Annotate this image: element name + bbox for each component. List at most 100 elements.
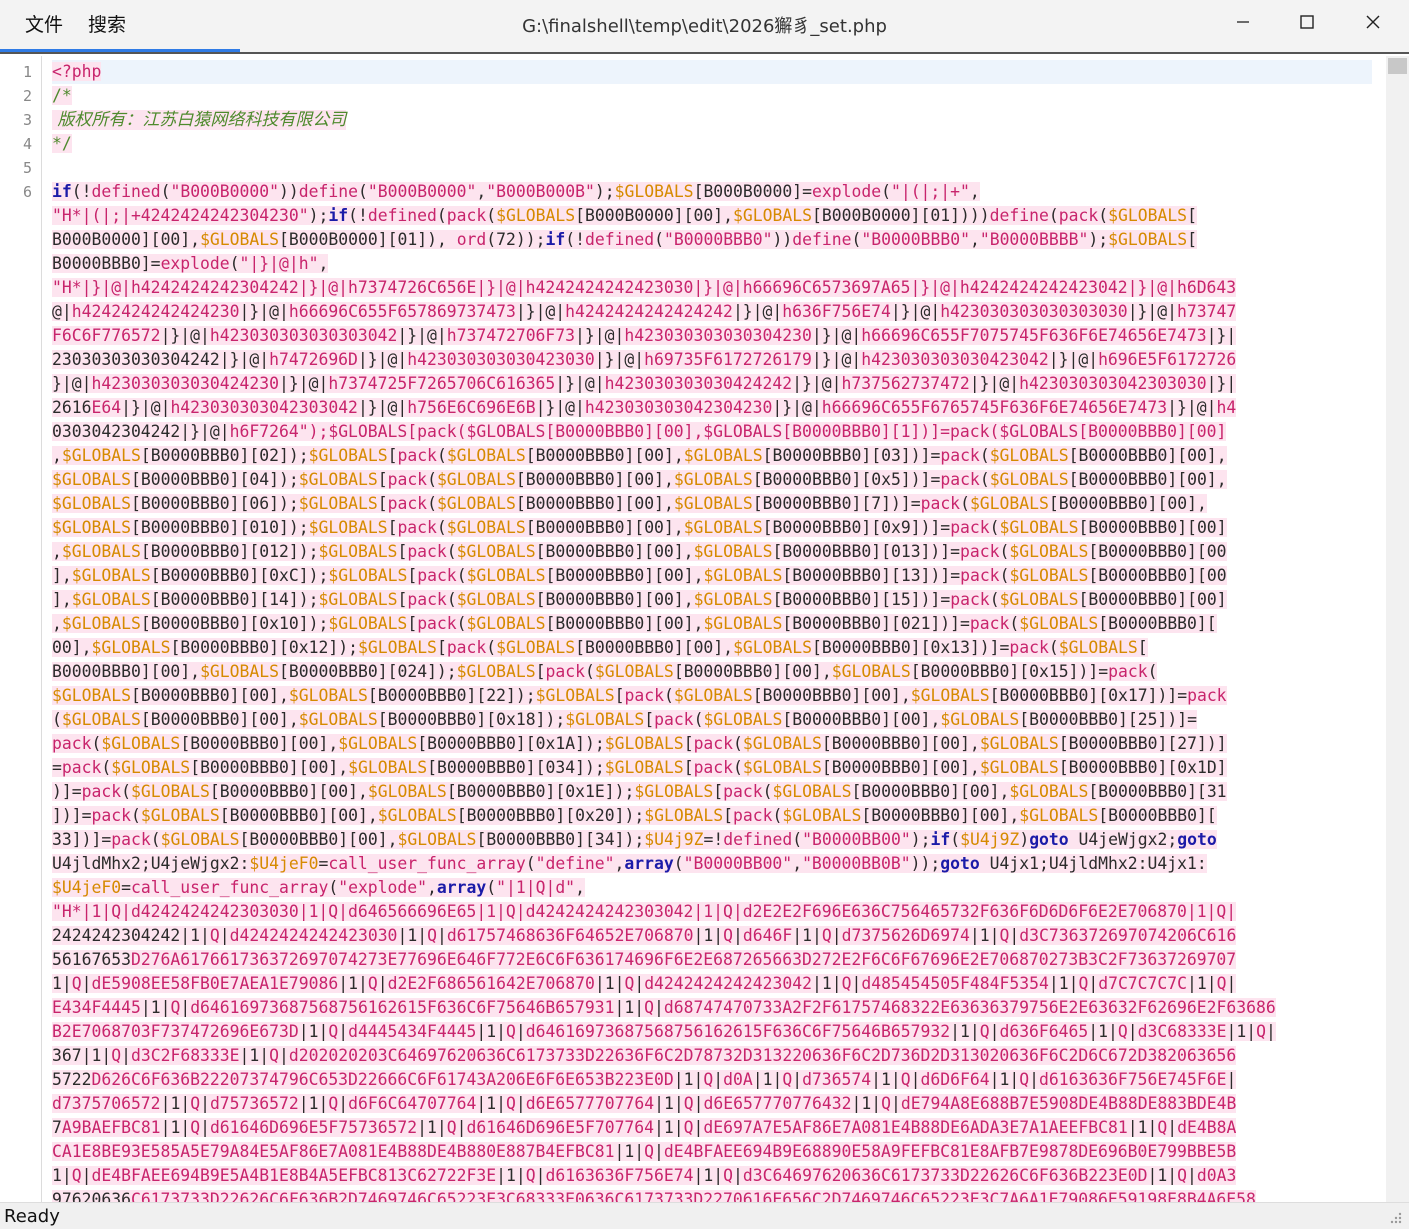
code-text: E434F4445|1|Q|d64616973687568756162615F6…: [52, 998, 1276, 1017]
code-line: 2424242304242|1|Q|d4242424242423030|1|Q|…: [52, 924, 1372, 948]
code-text: 367|1|Q|d3C2F68333E|1|Q|d202020203C64697…: [52, 1046, 1237, 1065]
code-text: }|@|h423030303030424230|}|@|h7374725F726…: [52, 374, 1237, 393]
scrollbar-thumb[interactable]: [1388, 58, 1407, 74]
code-line: ],$GLOBALS[B0000BBB0][0xC]);$GLOBALS[pac…: [52, 564, 1372, 588]
close-button[interactable]: [1340, 0, 1406, 44]
window-title: G:\finalshell\temp\edit\2026獬豸_set.php: [522, 16, 887, 37]
code-line: E434F4445|1|Q|d64616973687568756162615F6…: [52, 996, 1372, 1020]
code-line: CA1E8BE93E585A5E79A84E5AF86E7A081E4B88DE…: [52, 1140, 1372, 1164]
code-text: B0000BBB0][00],$GLOBALS[B0000BBB0][024])…: [52, 662, 1158, 681]
code-line: /*: [52, 84, 1372, 108]
code-text: $GLOBALS[B0000BBB0][00],$GLOBALS[B0000BB…: [52, 686, 1227, 705]
code-text: 2424242304242|1|Q|d4242424242423030|1|Q|…: [52, 926, 1237, 945]
code-line: 1|Q|dE5908EE58FB0E7AEA1E79086|1|Q|d2E2F6…: [52, 972, 1372, 996]
menu-file[interactable]: 文件: [25, 10, 63, 37]
code-line: 1|Q|dE4BFAEE694B9E5A4B1E8B4A5EFBC813C627…: [52, 1164, 1372, 1188]
code-line: $GLOBALS[B0000BBB0][06]);$GLOBALS[pack($…: [52, 492, 1372, 516]
comment-close: */: [52, 134, 72, 153]
code-text: B2E7068703F737472696E673D|1|Q|d4445434F4…: [52, 1022, 1276, 1041]
code-line: 56167653D276A617661736372697074273E77696…: [52, 948, 1372, 972]
title-bar: 文件 搜索 G:\finalshell\temp\edit\2026獬豸_set…: [0, 0, 1409, 52]
code-line: "H*|1|Q|d4242424242303030|1|Q|d646566696…: [52, 900, 1372, 924]
code-line: 0303042304242|}|@|h6F7264");$GLOBALS[pac…: [52, 420, 1372, 444]
minimize-button[interactable]: [1210, 0, 1276, 44]
code-text: "H*|}|@|h4242424242304242|}|@|h7374726C6…: [52, 278, 1237, 297]
code-text-area[interactable]: <?php /* 版权所有：江苏白猿网络科技有限公司 */ if(!define…: [52, 60, 1372, 1202]
code-line: pack($GLOBALS[B0000BBB0][00],$GLOBALS[B0…: [52, 732, 1372, 756]
code-line: F6C6F776572|}|@|h423030303030303042|}|@|…: [52, 324, 1372, 348]
code-text: 0303042304242|}|@|h6F7264");$GLOBALS[pac…: [52, 422, 1227, 441]
code-text: "H*|1|Q|d4242424242303030|1|Q|d646566696…: [52, 902, 1237, 921]
code-text: ($GLOBALS[B0000BBB0][00],$GLOBALS[B0000B…: [52, 710, 1197, 729]
code-text: $GLOBALS[B0000BBB0][04]);$GLOBALS[pack($…: [52, 470, 1227, 489]
code-text: =pack($GLOBALS[B0000BBB0][00],$GLOBALS[B…: [52, 758, 1227, 777]
code-text: @|h4242424242424230|}|@|h66696C655F65786…: [52, 302, 1237, 321]
code-text: ],$GLOBALS[B0000BBB0][14]);$GLOBALS[pack…: [52, 590, 1227, 609]
code-text: ,$GLOBALS[B0000BBB0][012]);$GLOBALS[pack…: [52, 542, 1227, 561]
code-text: B0000BBB0]=explode("|}|@|h",: [52, 254, 329, 273]
code-text: 5722D626C6F636B22207374796C653D22666C6F6…: [52, 1070, 1237, 1089]
code-line: 2616E64|}|@|h423030303042303042|}|@|h756…: [52, 396, 1372, 420]
code-line: B000B0000][00],$GLOBALS[B000B0000][01]),…: [52, 228, 1372, 252]
code-line: "H*|}|@|h4242424242304242|}|@|h7374726C6…: [52, 276, 1372, 300]
maximize-icon: [1300, 15, 1314, 29]
resize-grip-icon[interactable]: [1389, 1211, 1403, 1225]
code-line: ])]=pack($GLOBALS[B0000BBB0][00],$GLOBAL…: [52, 804, 1372, 828]
code-line: ],$GLOBALS[B0000BBB0][14]);$GLOBALS[pack…: [52, 588, 1372, 612]
code-line: $GLOBALS[B0000BBB0][04]);$GLOBALS[pack($…: [52, 468, 1372, 492]
code-line: $GLOBALS[B0000BBB0][00],$GLOBALS[B0000BB…: [52, 684, 1372, 708]
code-text: <?php: [52, 62, 102, 81]
code-text: ])]=pack($GLOBALS[B0000BBB0][00],$GLOBAL…: [52, 806, 1217, 825]
code-line: d7375706572|1|Q|d75736572|1|Q|d6F6C64707…: [52, 1092, 1372, 1116]
code-text: 33])]=pack($GLOBALS[B0000BBB0][00],$GLOB…: [52, 830, 1217, 849]
line-number: 2: [22, 87, 32, 105]
line-number: 5: [22, 159, 32, 177]
code-line: =pack($GLOBALS[B0000BBB0][00],$GLOBALS[B…: [52, 756, 1372, 780]
code-text: if(!defined("B000B0000"))define("B000B00…: [52, 182, 980, 201]
maximize-button[interactable]: [1274, 0, 1340, 44]
status-bar: Ready: [0, 1202, 1409, 1229]
close-icon: [1366, 15, 1380, 29]
title-separator: [0, 52, 1409, 54]
code-text: ],$GLOBALS[B0000BBB0][0xC]);$GLOBALS[pac…: [52, 566, 1227, 585]
code-line: ,$GLOBALS[B0000BBB0][02]);$GLOBALS[pack(…: [52, 444, 1372, 468]
code-text: CA1E8BE93E585A5E79A84E5AF86E7A081E4B88DE…: [52, 1142, 1237, 1161]
code-line: 版权所有：江苏白猿网络科技有限公司: [52, 108, 1372, 132]
code-text: $U4jeF0=call_user_func_array("explode",a…: [52, 878, 585, 897]
code-text: B000B0000][00],$GLOBALS[B000B0000][01]),…: [52, 230, 1197, 249]
code-text: 2616E64|}|@|h423030303042303042|}|@|h756…: [52, 398, 1237, 417]
code-line: 00],$GLOBALS[B0000BBB0][0x12]);$GLOBALS[…: [52, 636, 1372, 660]
code-text: $GLOBALS[B0000BBB0][06]);$GLOBALS[pack($…: [52, 494, 1207, 513]
code-line: <?php: [52, 60, 1372, 84]
comment-open: /*: [52, 86, 72, 105]
code-line: 7A9BAEFBC81|1|Q|d61646D696E5F75736572|1|…: [52, 1116, 1372, 1140]
copyright-comment: 版权所有：江苏白猿网络科技有限公司: [52, 110, 347, 130]
code-text: 56167653D276A617661736372697074273E77696…: [52, 950, 1237, 969]
code-line: ($GLOBALS[B0000BBB0][00],$GLOBALS[B0000B…: [52, 708, 1372, 732]
code-text: 1|Q|dE4BFAEE694B9E5A4B1E8B4A5EFBC813C627…: [52, 1166, 1237, 1185]
code-text: U4jldMhx2;U4jeWjgx2:$U4jeF0=call_user_fu…: [52, 854, 1207, 873]
line-number: 6: [22, 183, 32, 201]
code-text: $GLOBALS[B0000BBB0][010]);$GLOBALS[pack(…: [52, 518, 1227, 537]
code-line: ,$GLOBALS[B0000BBB0][0x10]);$GLOBALS[pac…: [52, 612, 1372, 636]
code-text: pack($GLOBALS[B0000BBB0][00],$GLOBALS[B0…: [52, 734, 1227, 753]
code-text: 00],$GLOBALS[B0000BBB0][0x12]);$GLOBALS[…: [52, 638, 1148, 657]
code-text: ,$GLOBALS[B0000BBB0][02]);$GLOBALS[pack(…: [52, 446, 1227, 465]
code-text: F6C6F776572|}|@|h423030303030303042|}|@|…: [52, 326, 1237, 345]
code-line: $GLOBALS[B0000BBB0][010]);$GLOBALS[pack(…: [52, 516, 1372, 540]
line-number: 4: [22, 135, 32, 153]
code-line: "H*|(|;|+4242424242304230");if(!defined(…: [52, 204, 1372, 228]
code-line: 33])]=pack($GLOBALS[B0000BBB0][00],$GLOB…: [52, 828, 1372, 852]
minimize-icon: [1237, 21, 1249, 23]
vertical-scrollbar[interactable]: [1386, 56, 1409, 1202]
code-text: 7A9BAEFBC81|1|Q|d61646D696E5F75736572|1|…: [52, 1118, 1237, 1137]
code-text: 1|Q|dE5908EE58FB0E7AEA1E79086|1|Q|d2E2F6…: [52, 974, 1237, 993]
code-editor[interactable]: 1 2 3 4 5 6 <?php /* 版权所有：江苏白猿网络科技有限公司 *…: [0, 56, 1386, 1202]
code-text: 97620636C6173733D22626C6F636B2D7469746C6…: [52, 1190, 1256, 1202]
obfuscated-code-block: if(!defined("B000B0000"))define("B000B00…: [52, 180, 1372, 1202]
code-text: 23030303030304242|}|@|h7472696D|}|@|h423…: [52, 350, 1237, 369]
menu-search[interactable]: 搜索: [88, 10, 126, 37]
code-line: }|@|h423030303030424230|}|@|h7374725F726…: [52, 372, 1372, 396]
code-line: $U4jeF0=call_user_func_array("explode",a…: [52, 876, 1372, 900]
